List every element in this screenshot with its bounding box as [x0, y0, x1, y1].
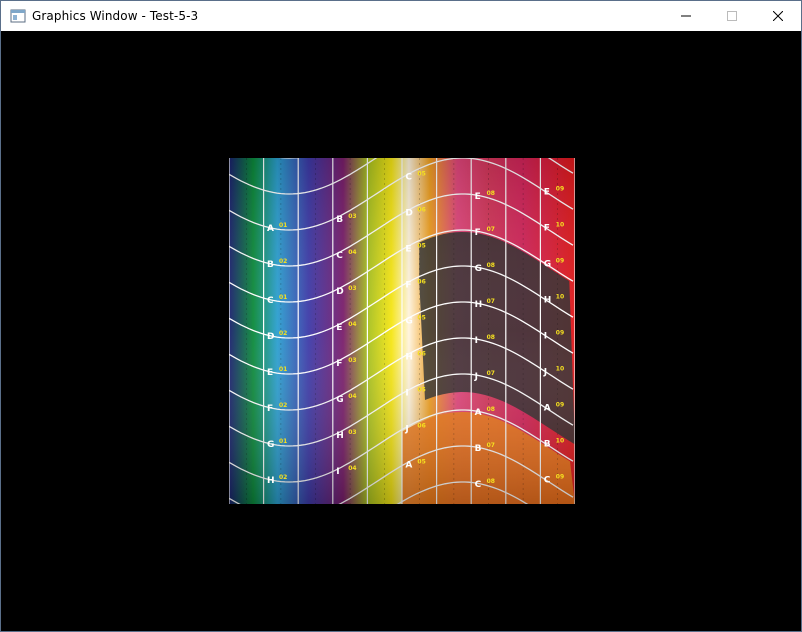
- texture-row-letter: G: [267, 440, 274, 450]
- texture-column-code: 08: [487, 190, 495, 197]
- texture-column-code: 03: [348, 213, 356, 220]
- texture-row-letter: A: [267, 224, 274, 234]
- texture-row-letter: H: [405, 353, 413, 363]
- texture-column-code: 04: [348, 465, 356, 472]
- texture-column-code: 05: [417, 243, 425, 250]
- texture-row-letter: C: [336, 251, 343, 261]
- texture-column-code: 07: [487, 370, 495, 377]
- texture-column-code: 08: [487, 262, 495, 269]
- texture-row-letter: C: [544, 476, 551, 486]
- texture-row-letter: C: [405, 173, 412, 183]
- texture-column-code: 01: [279, 294, 287, 301]
- texture-column-code: 06: [417, 351, 425, 358]
- texture-column-code: 09: [556, 186, 564, 193]
- texture-column-code: 03: [348, 357, 356, 364]
- texture-row-letter: C: [475, 480, 482, 490]
- texture-row-letter: J: [474, 372, 478, 382]
- texture-row-letter: G: [336, 395, 343, 405]
- texture-row-letter: A: [544, 404, 551, 414]
- texture-row-letter: I: [336, 467, 339, 477]
- texture-column-code: 04: [348, 321, 356, 328]
- graphics-window: Graphics Window - Test-5-3 A 01 B 03 C 0…: [0, 0, 802, 632]
- texture-row-letter: J: [404, 425, 408, 435]
- texture-row-letter: H: [336, 431, 344, 441]
- texture-svg: A 01 B 03 C 05 E 09 B 02 C 04 D 06 E 08 F 10 C 01 D 03 E 05 F 07 G…: [229, 158, 575, 504]
- texture-row-letter: E: [475, 192, 481, 202]
- maximize-icon: [727, 11, 737, 21]
- minimize-button[interactable]: [663, 1, 709, 31]
- texture-row-letter: F: [475, 228, 481, 238]
- texture-row-letter: I: [475, 336, 478, 346]
- close-icon: [773, 11, 783, 21]
- texture-column-code: 08: [487, 478, 495, 485]
- texture-column-code: 02: [279, 474, 287, 481]
- texture-row-letter: H: [267, 476, 275, 486]
- texture-column-code: 07: [487, 226, 495, 233]
- texture-column-code: 09: [556, 474, 564, 481]
- texture-row-letter: F: [544, 224, 550, 234]
- texture-column-code: 10: [556, 366, 564, 373]
- texture-row-letter: B: [267, 260, 274, 270]
- texture-column-code: 02: [279, 402, 287, 409]
- texture-row-letter: E: [544, 188, 550, 198]
- texture-row-letter: B: [475, 444, 482, 454]
- texture-row-letter: D: [405, 209, 412, 219]
- texture-row-letter: H: [544, 296, 552, 306]
- texture-row-letter: B: [336, 215, 343, 225]
- render-viewport[interactable]: A 01 B 03 C 05 E 09 B 02 C 04 D 06 E 08 F 10 C 01 D 03 E 05 F 07 G…: [1, 31, 801, 631]
- texture-column-code: 03: [348, 429, 356, 436]
- texture-row-letter: G: [544, 260, 551, 270]
- texture-row-letter: F: [336, 359, 342, 369]
- texture-row-letter: B: [544, 440, 551, 450]
- texture-row-letter: A: [405, 461, 412, 471]
- texture-column-code: 02: [279, 330, 287, 337]
- texture-column-code: 01: [279, 438, 287, 445]
- texture-column-code: 07: [487, 442, 495, 449]
- wavy-color-texture: A 01 B 03 C 05 E 09 B 02 C 04 D 06 E 08 F 10 C 01 D 03 E 05 F 07 G…: [229, 158, 575, 504]
- maximize-button[interactable]: [709, 1, 755, 31]
- texture-row-letter: F: [267, 404, 273, 414]
- texture-column-code: 02: [279, 258, 287, 265]
- texture-row-letter: E: [405, 245, 411, 255]
- texture-row-letter: G: [475, 264, 482, 274]
- texture-row-letter: C: [267, 296, 274, 306]
- texture-row-letter: E: [267, 368, 273, 378]
- texture-column-code: 01: [279, 222, 287, 229]
- texture-column-code: 10: [556, 294, 564, 301]
- texture-column-code: 06: [417, 423, 425, 430]
- close-button[interactable]: [755, 1, 801, 31]
- texture-row-letter: I: [544, 332, 547, 342]
- texture-row-letter: J: [543, 368, 547, 378]
- texture-row-letter: G: [405, 317, 412, 327]
- texture-row-letter: D: [267, 332, 274, 342]
- texture-column-code: 05: [417, 459, 425, 466]
- texture-column-code: 08: [487, 406, 495, 413]
- texture-column-code: 01: [279, 366, 287, 373]
- title-bar[interactable]: Graphics Window - Test-5-3: [1, 1, 801, 31]
- texture-row-letter: E: [336, 323, 342, 333]
- texture-column-code: 04: [348, 393, 356, 400]
- texture-column-code: 09: [556, 330, 564, 337]
- texture-row-letter: D: [336, 287, 343, 297]
- texture-column-code: 05: [417, 315, 425, 322]
- app-window-icon: [10, 8, 26, 24]
- texture-row-letter: A: [475, 408, 482, 418]
- texture-column-code: 03: [348, 285, 356, 292]
- minimize-icon: [681, 15, 691, 17]
- texture-column-code: 06: [417, 279, 425, 286]
- texture-column-code: 07: [487, 298, 495, 305]
- texture-column-code: 09: [556, 258, 564, 265]
- texture-row-letter: H: [475, 300, 483, 310]
- texture-column-code: 08: [487, 334, 495, 341]
- texture-column-code: 04: [348, 249, 356, 256]
- texture-row-letter: I: [405, 389, 408, 399]
- texture-row-letter: F: [405, 281, 411, 291]
- window-title: Graphics Window - Test-5-3: [32, 9, 199, 23]
- texture-column-code: 10: [556, 438, 564, 445]
- texture-column-code: 05: [417, 171, 425, 178]
- texture-column-code: 09: [556, 402, 564, 409]
- texture-column-code: 06: [417, 207, 425, 214]
- texture-column-code: 10: [556, 222, 564, 229]
- texture-column-code: 05: [417, 387, 425, 394]
